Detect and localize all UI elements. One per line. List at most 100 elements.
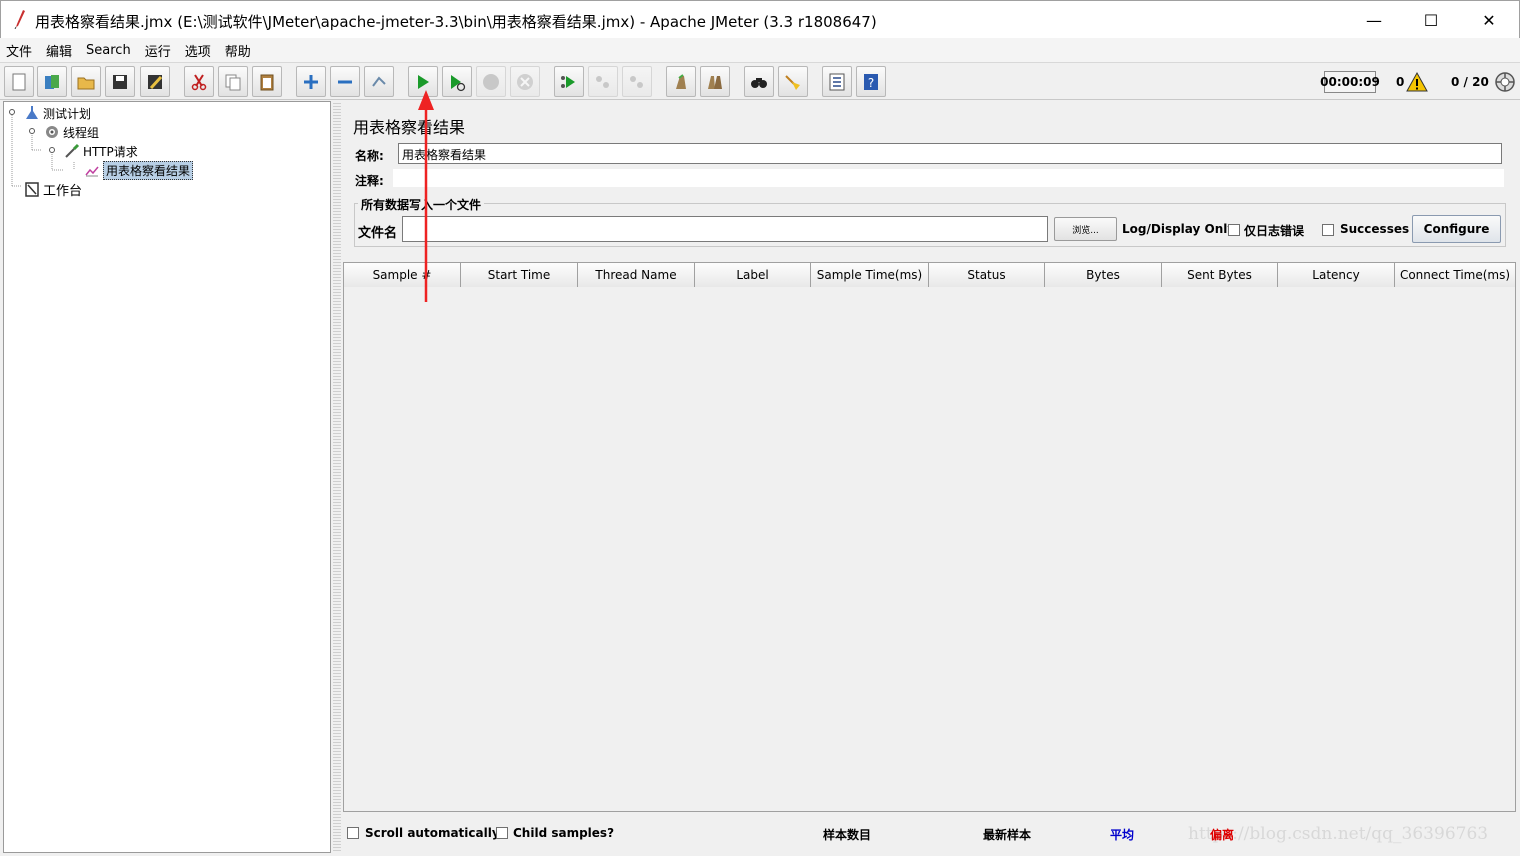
help-icon: ? (864, 73, 878, 90)
clear-all-button[interactable] (700, 66, 730, 97)
tree-item-label: 工作台 (43, 183, 83, 199)
errors-only-label: 仅日志错误 (1244, 224, 1305, 238)
log-display-only-label: Log/Display Only: (1122, 222, 1240, 236)
save-button[interactable] (105, 66, 135, 97)
stop-icon (483, 73, 499, 90)
save-as-button[interactable] (140, 66, 170, 97)
filename-input[interactable] (402, 216, 1048, 242)
shutdown-button[interactable] (510, 66, 540, 97)
menu-bar: 文件 编辑 Search 运行 选项 帮助 (0, 38, 1520, 62)
column-thread-name[interactable]: Thread Name (578, 263, 695, 287)
function-helper-button[interactable] (822, 66, 852, 97)
tree-item-view-results-table[interactable]: 用表格察看结果 (84, 160, 194, 180)
gear-icon (44, 124, 60, 140)
jmeter-feather-icon (14, 10, 25, 29)
column-sample-number[interactable]: Sample # (344, 263, 461, 287)
remote-shutdown-button[interactable] (622, 66, 652, 97)
browse-button[interactable]: 浏览... (1054, 217, 1117, 241)
tree-item-label: 测试计划 (43, 106, 92, 121)
column-connect-time[interactable]: Connect Time(ms) (1395, 263, 1515, 287)
remote-stop-icon (596, 75, 609, 88)
successes-label: Successes (1340, 222, 1410, 236)
expand-button[interactable] (296, 66, 326, 97)
expand-icon (304, 74, 318, 89)
remote-start-icon (561, 75, 575, 88)
help-button[interactable]: ? (856, 66, 886, 97)
child-samples-checkbox[interactable] (496, 827, 508, 839)
chart-icon (84, 162, 100, 178)
save-icon (113, 74, 127, 89)
name-label: 名称: (355, 149, 384, 163)
copy-button[interactable] (218, 66, 248, 97)
remote-start-button[interactable] (554, 66, 584, 97)
tree-item-label: HTTP请求 (83, 144, 138, 159)
deviation-label: 偏离 (1210, 828, 1235, 842)
cut-button[interactable] (184, 66, 214, 97)
split-pane-divider[interactable] (333, 101, 341, 853)
start-no-pause-button[interactable] (442, 66, 472, 97)
errors-only-checkbox[interactable] (1228, 224, 1240, 236)
new-icon (12, 73, 26, 90)
open-button[interactable] (71, 66, 101, 97)
paste-button[interactable] (252, 66, 282, 97)
new-button[interactable] (4, 66, 34, 97)
column-bytes[interactable]: Bytes (1045, 263, 1162, 287)
successes-checkbox[interactable] (1322, 224, 1334, 236)
search-icon (751, 77, 767, 88)
collapse-button[interactable] (330, 66, 360, 97)
column-label[interactable]: Label (695, 263, 811, 287)
clear-icon (676, 73, 686, 89)
column-sample-time[interactable]: Sample Time(ms) (811, 263, 929, 287)
stop-button[interactable] (476, 66, 506, 97)
menu-options[interactable]: 选项 (185, 41, 211, 60)
menu-run[interactable]: 运行 (145, 41, 171, 60)
open-icon (77, 77, 95, 89)
active-threads: 0 / 20 (1451, 75, 1489, 89)
comment-field[interactable] (393, 169, 1504, 187)
tree-item-thread-group[interactable]: 线程组 (44, 123, 99, 141)
latest-sample-label: 最新样本 (983, 828, 1032, 842)
tree-item-workbench[interactable]: 工作台 (24, 180, 83, 199)
minimize-button[interactable]: — (1351, 1, 1397, 39)
toolbar: ? 00:00:09 0 0 / 20 (0, 62, 1520, 100)
tree-item-http-request[interactable]: HTTP请求 (64, 142, 138, 160)
sample-count-label: 样本数目 (823, 828, 872, 842)
menu-search[interactable]: Search (86, 43, 131, 58)
save-as-icon (148, 74, 163, 89)
menu-edit[interactable]: 编辑 (46, 41, 72, 60)
test-plan-tree: 测试计划 线程组 HTTP请求 用表格察看结果 工作台 (3, 101, 331, 853)
warning-icon[interactable] (1406, 71, 1428, 93)
configure-button[interactable]: Configure (1412, 215, 1501, 243)
tree-item-test-plan[interactable]: 测试计划 (24, 104, 91, 122)
start-no-pause-icon (451, 74, 466, 91)
remote-engines-icon[interactable] (1494, 71, 1516, 93)
column-status[interactable]: Status (929, 263, 1045, 287)
remote-stop-button[interactable] (588, 66, 618, 97)
results-table[interactable]: Sample # Start Time Thread Name Label Sa… (343, 262, 1516, 812)
templates-button[interactable] (37, 66, 67, 97)
column-sent-bytes[interactable]: Sent Bytes (1162, 263, 1278, 287)
close-button[interactable]: ✕ (1466, 1, 1512, 39)
start-button[interactable] (408, 66, 438, 97)
title-bar: 用表格察看结果.jmx (E:\测试软件\JMeter\apache-jmete… (0, 0, 1520, 38)
menu-help[interactable]: 帮助 (225, 41, 251, 60)
maximize-button[interactable]: ☐ (1408, 1, 1454, 39)
search-button[interactable] (744, 66, 774, 97)
reset-search-icon (785, 74, 800, 90)
copy-icon (225, 74, 241, 90)
menu-file[interactable]: 文件 (6, 41, 32, 60)
comment-label: 注释: (355, 174, 384, 188)
column-start-time[interactable]: Start Time (461, 263, 578, 287)
table-header: Sample # Start Time Thread Name Label Sa… (344, 263, 1515, 287)
svg-text:?: ? (868, 76, 874, 90)
collapse-icon (338, 80, 352, 83)
name-field[interactable]: 用表格察看结果 (398, 143, 1502, 164)
scroll-automatically-checkbox[interactable] (347, 827, 359, 839)
toggle-button[interactable] (364, 66, 394, 97)
column-latency[interactable]: Latency (1278, 263, 1395, 287)
filename-label: 文件名 (358, 226, 398, 241)
reset-search-button[interactable] (778, 66, 808, 97)
clear-button[interactable] (666, 66, 696, 97)
window-title: 用表格察看结果.jmx (E:\测试软件\JMeter\apache-jmete… (35, 13, 877, 31)
toggle-icon (372, 75, 386, 87)
